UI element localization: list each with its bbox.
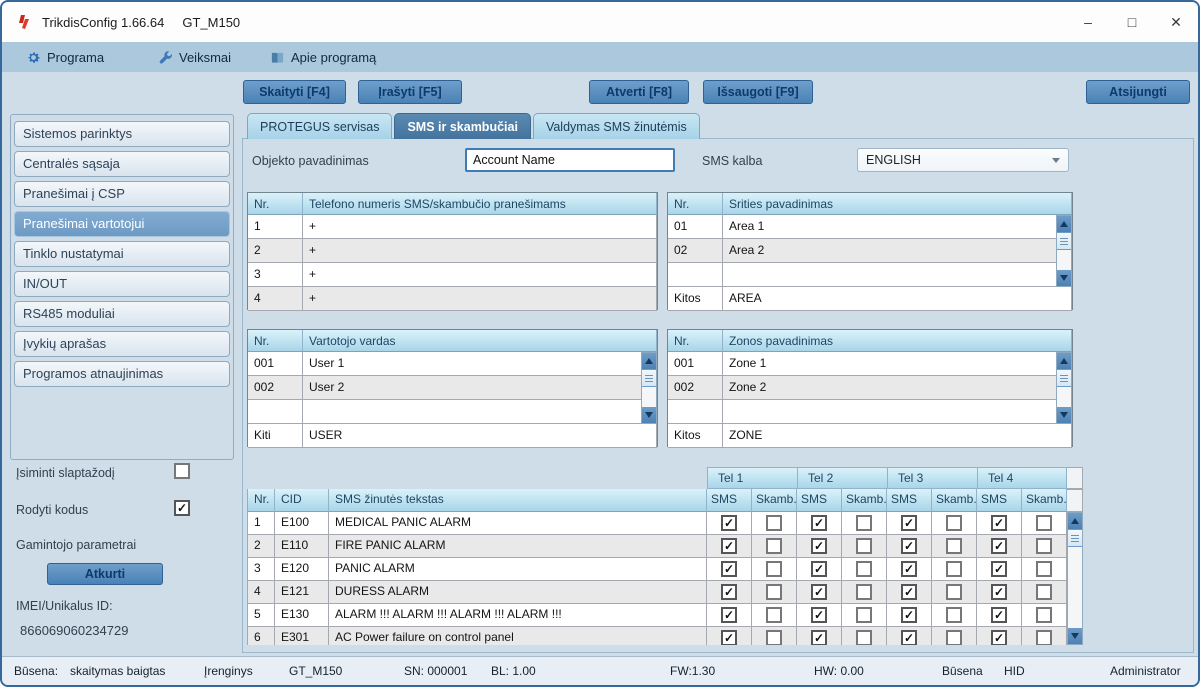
app-icon bbox=[16, 14, 32, 30]
tab-valdymas-sms-inut-mis[interactable]: Valdymas SMS žinutėmis bbox=[532, 113, 700, 139]
show-codes-label: Rodyti kodus bbox=[16, 503, 89, 517]
sidebar-item-programos-atnaujinimas[interactable]: Programos atnaujinimas bbox=[14, 361, 230, 387]
menu-item-apie-program[interactable]: Apie programą bbox=[264, 42, 382, 72]
status-item-bl-1-00: BL: 1.00 bbox=[491, 664, 536, 678]
minimize-button[interactable]: – bbox=[1066, 2, 1110, 42]
sidebar-item-vyki-apra-as[interactable]: Įvykių aprašas bbox=[14, 331, 230, 357]
remember-password-checkbox[interactable] bbox=[174, 463, 190, 479]
imei-value: 866069060234729 bbox=[20, 623, 129, 638]
status-item-hw-0-00: HW: 0.00 bbox=[814, 664, 864, 678]
sidebar-item-central-s-s-saja[interactable]: Centralės sąsaja bbox=[14, 151, 230, 177]
tab-sms-ir-skambu-iai[interactable]: SMS ir skambučiai bbox=[394, 113, 531, 139]
sidebar-item-sistemos-parinktys[interactable]: Sistemos parinktys bbox=[14, 121, 230, 147]
status-bar: Būsena: skaitymas baigtas Įrenginys GT_M150… bbox=[2, 656, 1198, 685]
open-button[interactable]: Atverti [F8] bbox=[589, 80, 689, 104]
status-item-sn-000001: SN: 000001 bbox=[404, 664, 468, 678]
sidebar-item-prane-imai-vartotojui[interactable]: Pranešimai vartotojui bbox=[14, 211, 230, 237]
status-item-fw-1-30: FW:1.30 bbox=[670, 664, 716, 678]
sidebar-item-in-out[interactable]: IN/OUT bbox=[14, 271, 230, 297]
remember-password-label: Įsiminti slaptažodį bbox=[16, 466, 115, 480]
manufacturer-params-label: Gamintojo parametrai bbox=[16, 538, 137, 552]
title-bar: TrikdisConfig 1.66.64 GT_M150 – □ ✕ bbox=[2, 2, 1198, 42]
sidebar-item-tinklo-nustatymai[interactable]: Tinklo nustatymai bbox=[14, 241, 230, 267]
maximize-button[interactable]: □ bbox=[1110, 2, 1154, 42]
sidebar-nav: Sistemos parinktys Centralės sąsaja Praneš… bbox=[10, 114, 234, 460]
status-item-hid: HID bbox=[1004, 664, 1025, 678]
read-button[interactable]: Skaityti [F4] bbox=[243, 80, 346, 104]
sidebar-item-rs485-moduliai[interactable]: RS485 moduliai bbox=[14, 301, 230, 327]
menu-item-label: Apie programą bbox=[291, 49, 377, 65]
menu-item-veiksmai[interactable]: Veiksmai bbox=[152, 42, 237, 72]
menu-item-label: Programa bbox=[47, 49, 105, 65]
show-codes-checkbox[interactable]: ✓ bbox=[174, 500, 190, 516]
tab-strip: PROTEGUS servisas SMS ir skambučiai Valdym… bbox=[247, 113, 702, 139]
write-button[interactable]: Įrašyti [F5] bbox=[358, 80, 462, 104]
status-item-administrator: Administrator bbox=[1110, 664, 1181, 678]
status-item-skaitymas-baigtas: skaitymas baigtas bbox=[70, 664, 166, 678]
sidebar-item-prane-imai-csp[interactable]: Pranešimai į CSP bbox=[14, 181, 230, 207]
status-item-b-sena: Būsena bbox=[942, 664, 983, 678]
menu-bar: Programa Veiksmai Apie programą bbox=[2, 42, 1198, 72]
device-title: GT_M150 bbox=[182, 14, 241, 30]
wrench-icon bbox=[158, 50, 173, 65]
tab-protegus-servisas[interactable]: PROTEGUS servisas bbox=[247, 113, 393, 139]
status-item-gt-m150: GT_M150 bbox=[289, 664, 343, 678]
status-item-b-sena: Būsena: bbox=[14, 664, 59, 678]
restore-button[interactable]: Atkurti bbox=[47, 563, 163, 585]
app-title: TrikdisConfig 1.66.64 bbox=[42, 14, 165, 30]
status-item-renginys: Įrenginys bbox=[204, 664, 253, 678]
imei-label: IMEI/Unikalus ID: bbox=[16, 599, 113, 613]
save-button[interactable]: Išsaugoti [F9] bbox=[703, 80, 813, 104]
close-button[interactable]: ✕ bbox=[1154, 2, 1198, 42]
menu-item-programa[interactable]: Programa bbox=[20, 42, 110, 72]
book-icon bbox=[270, 50, 285, 65]
window-controls: – □ ✕ bbox=[1066, 2, 1198, 42]
menu-item-label: Veiksmai bbox=[179, 49, 232, 65]
content-panel bbox=[242, 138, 1194, 653]
gear-icon bbox=[26, 50, 41, 65]
app-window: TrikdisConfig 1.66.64 GT_M150 – □ ✕ Prog… bbox=[0, 0, 1200, 687]
disconnect-button[interactable]: Atsijungti bbox=[1086, 80, 1190, 104]
